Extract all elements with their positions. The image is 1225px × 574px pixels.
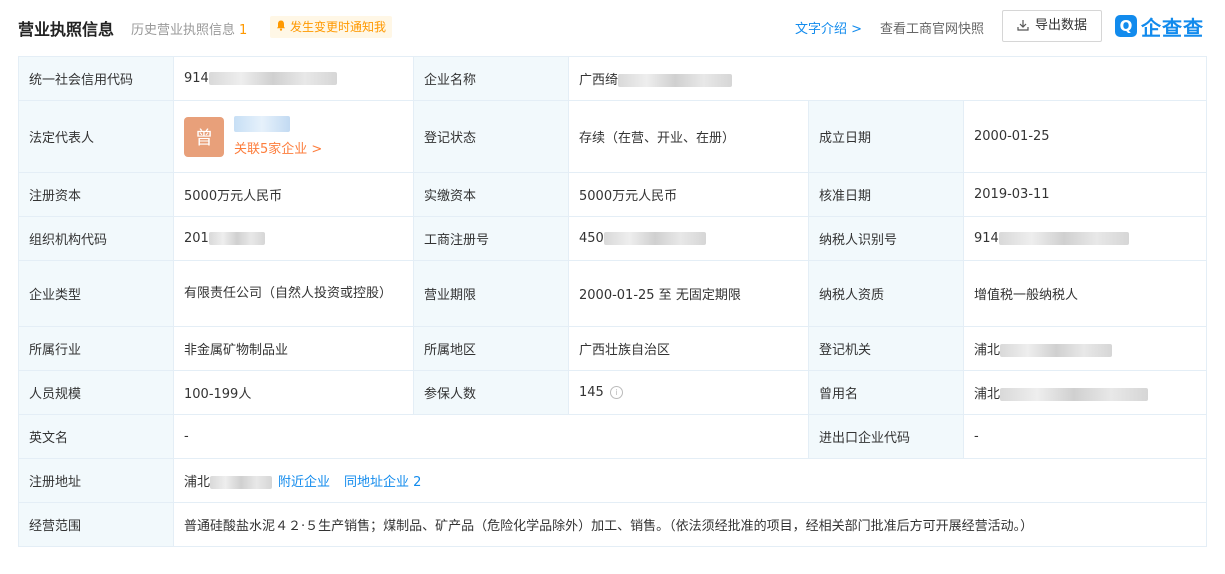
founded-value: 2000-01-25: [962, 100, 1208, 173]
taxpayer-id-text: 914: [974, 231, 999, 246]
address-text: 浦北: [184, 475, 211, 490]
nearby-companies-link[interactable]: 附近企业: [278, 475, 330, 490]
table-row: 经营范围 普通硅酸盐水泥４２·５生产销售；煤制品、矿产品（危险化学品除外）加工、…: [18, 502, 1208, 547]
redacted-blur: [208, 72, 337, 85]
redacted-blur: [1000, 388, 1149, 401]
company-type-value: 有限责任公司（自然人投资或控股）: [173, 260, 414, 327]
address-value: 浦北 附近企业 同地址企业 2: [172, 458, 1208, 503]
credit-code-text: 914: [184, 71, 209, 86]
history-license-link[interactable]: 历史营业执照信息 1: [131, 19, 247, 38]
table-row: 注册资本 5000万元人民币 实缴资本 5000万元人民币 核准日期 2019-…: [18, 172, 1208, 217]
download-icon: [1017, 19, 1029, 31]
legal-rep-value: 曾 关联5家企业 >: [173, 100, 414, 173]
biz-reg-no-text: 450: [579, 231, 604, 246]
same-address-link[interactable]: 同地址企业 2: [344, 475, 421, 490]
history-label: 历史营业执照信息: [131, 23, 236, 38]
credit-code-label: 统一社会信用代码: [18, 56, 174, 101]
biz-term-value: 2000-01-25 至 无固定期限: [568, 260, 809, 327]
history-count: 1: [239, 23, 248, 38]
former-name-value: 浦北: [962, 370, 1208, 415]
table-row: 法定代表人 曾 关联5家企业 > 登记状态 存续（在营、开业、在册） 成立日期 …: [18, 100, 1208, 173]
industry-value: 非金属矿物制品业: [173, 326, 414, 371]
redacted-blur: [603, 232, 706, 245]
taxpayer-qual-label: 纳税人资质: [808, 260, 964, 327]
biz-reg-no-value: 450: [568, 216, 809, 261]
redacted-blur: [1000, 344, 1113, 357]
table-row: 统一社会信用代码 914 企业名称 广西绮: [18, 56, 1208, 101]
paid-capital-value: 5000万元人民币: [568, 172, 809, 217]
reg-authority-label: 登记机关: [808, 326, 964, 371]
biz-term-label: 营业期限: [413, 260, 569, 327]
reg-capital-value: 5000万元人民币: [173, 172, 414, 217]
scope-label: 经营范围: [18, 502, 174, 547]
table-row: 所属行业 非金属矿物制品业 所属地区 广西壮族自治区 登记机关 浦北: [18, 326, 1208, 371]
notify-label: 发生变更时通知我: [290, 20, 387, 34]
section-header: 营业执照信息 历史营业执照信息 1 发生变更时通知我 文字介绍 > 查看工商官网快…: [0, 0, 1225, 50]
org-code-value: 201: [173, 216, 414, 261]
reg-status-value: 存续（在营、开业、在册）: [568, 100, 809, 173]
redacted-blur: [998, 232, 1129, 245]
insured-value: 145 i: [568, 370, 809, 415]
reg-authority-value: 浦北: [962, 326, 1208, 371]
reg-capital-label: 注册资本: [18, 172, 174, 217]
credit-code-value: 914: [173, 56, 414, 101]
org-code-label: 组织机构代码: [18, 216, 174, 261]
insured-label: 参保人数: [413, 370, 569, 415]
reg-authority-text: 浦北: [974, 343, 1001, 358]
english-name-label: 英文名: [18, 414, 174, 459]
staff-label: 人员规模: [18, 370, 174, 415]
company-name-value: 广西绮: [567, 56, 1208, 101]
table-row: 企业类型 有限责任公司（自然人投资或控股） 营业期限 2000-01-25 至 …: [18, 260, 1208, 327]
table-row: 组织机构代码 201 工商注册号 450 纳税人识别号 914: [18, 216, 1208, 261]
business-license-table: 统一社会信用代码 914 企业名称 广西绮 法定代表人 曾 关联5家企业 > 登…: [18, 56, 1208, 547]
import-export-label: 进出口企业代码: [808, 414, 964, 459]
org-code-text: 201: [184, 231, 209, 246]
legal-rep-label: 法定代表人: [18, 100, 174, 173]
company-name-text: 广西绮: [579, 73, 619, 88]
approved-value: 2019-03-11: [962, 172, 1208, 217]
table-row: 注册地址 浦北 附近企业 同地址企业 2: [18, 458, 1208, 503]
text-intro-link[interactable]: 文字介绍 >: [795, 18, 862, 37]
notify-button[interactable]: 发生变更时通知我: [270, 16, 393, 38]
staff-value: 100-199人: [173, 370, 414, 415]
taxpayer-id-label: 纳税人识别号: [808, 216, 964, 261]
company-type-label: 企业类型: [18, 260, 174, 327]
approved-label: 核准日期: [808, 172, 964, 217]
former-name-text: 浦北: [974, 387, 1001, 402]
industry-label: 所属行业: [18, 326, 174, 371]
redacted-blur: [208, 232, 265, 245]
logo-mark-icon: Q: [1115, 15, 1137, 37]
export-data-button[interactable]: 导出数据: [1002, 10, 1102, 42]
insured-text: 145: [579, 385, 604, 400]
taxpayer-id-value: 914: [962, 216, 1208, 261]
table-row: 人员规模 100-199人 参保人数 145 i 曾用名 浦北: [18, 370, 1208, 415]
bell-icon: [276, 16, 286, 38]
qichacha-logo: Q 企查查: [1115, 12, 1204, 40]
redacted-name-blur[interactable]: [234, 116, 290, 132]
redacted-blur: [618, 74, 733, 87]
related-companies-link[interactable]: 关联5家企业 >: [234, 138, 322, 157]
avatar[interactable]: 曾: [184, 116, 224, 157]
biz-reg-no-label: 工商注册号: [413, 216, 569, 261]
former-name-label: 曾用名: [808, 370, 964, 415]
reg-status-label: 登记状态: [413, 100, 569, 173]
import-export-value: -: [962, 414, 1208, 459]
paid-capital-label: 实缴资本: [413, 172, 569, 217]
region-value: 广西壮族自治区: [568, 326, 809, 371]
address-label: 注册地址: [18, 458, 174, 503]
official-snapshot-link[interactable]: 查看工商官网快照: [880, 18, 984, 37]
info-icon[interactable]: i: [609, 386, 623, 399]
logo-text: 企查查: [1141, 15, 1204, 40]
table-row: 英文名 - 进出口企业代码 -: [18, 414, 1208, 459]
english-name-value: -: [173, 414, 809, 459]
scope-value: 普通硅酸盐水泥４２·５生产销售；煤制品、矿产品（危险化学品除外）加工、销售。（依…: [172, 502, 1208, 547]
section-title: 营业执照信息: [18, 20, 115, 39]
export-label: 导出数据: [1034, 18, 1087, 33]
company-name-label: 企业名称: [413, 56, 569, 101]
redacted-blur: [210, 476, 273, 489]
taxpayer-qual-value: 增值税一般纳税人: [962, 260, 1208, 327]
region-label: 所属地区: [413, 326, 569, 371]
founded-label: 成立日期: [808, 100, 964, 173]
